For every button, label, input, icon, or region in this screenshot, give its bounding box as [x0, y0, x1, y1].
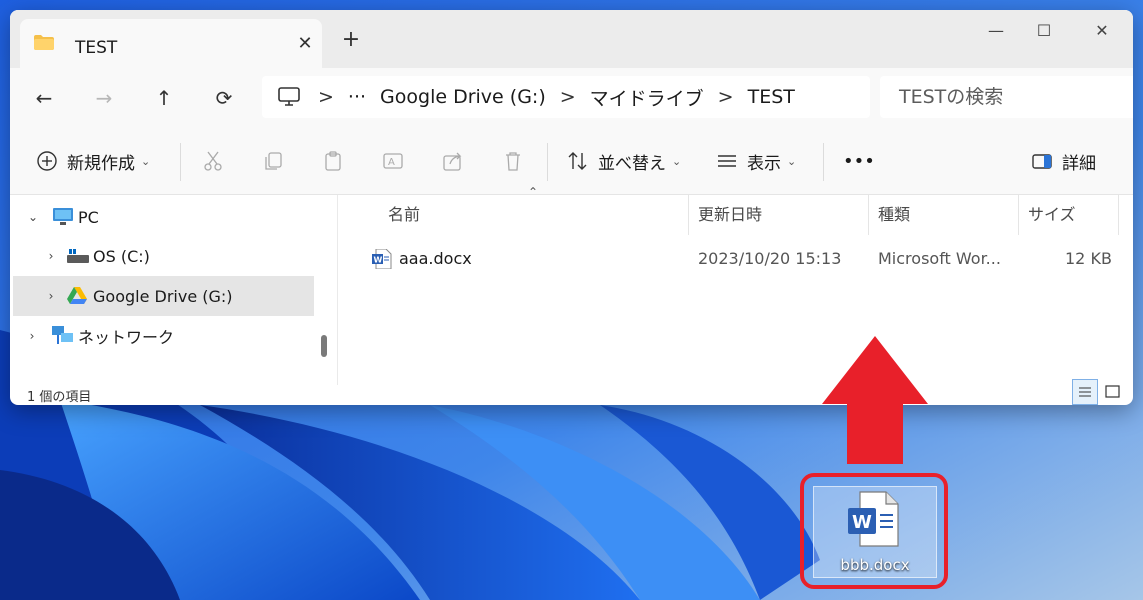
column-header-type[interactable]: 種類 [878, 195, 910, 235]
breadcrumb-test[interactable]: TEST [748, 86, 795, 108]
nav-scrollbar-thumb[interactable] [321, 335, 327, 357]
details-pane-icon [1032, 154, 1052, 169]
title-bar: TEST ✕ + — ☐ ✕ [10, 10, 1133, 68]
nav-item-label: OS (C:) [93, 246, 150, 266]
new-button[interactable]: 新規作成 ⌄ [36, 128, 150, 194]
command-bar: 新規作成 ⌄ A 並べ替え ⌄ 表示 ⌄ ••• 詳細 [10, 128, 1133, 195]
nav-item-pc[interactable]: ⌄ PC [13, 197, 314, 237]
item-count: 1 個の項目 [27, 390, 92, 405]
chevron-down-icon: ⌄ [672, 154, 682, 168]
file-list: ⌃ 名前 更新日時 種類 サイズ W aaa.docx 2023/10/20 1… [340, 185, 1133, 385]
cut-icon[interactable] [202, 150, 224, 172]
breadcrumb-separator: > [559, 86, 576, 108]
svg-text:W: W [374, 256, 383, 265]
sort-indicator-icon: ⌃ [528, 185, 539, 199]
pane-divider[interactable] [337, 195, 338, 385]
delete-icon[interactable] [502, 150, 524, 172]
chevron-right-icon[interactable]: › [21, 329, 43, 343]
word-document-icon: W [372, 249, 392, 269]
svg-text:W: W [852, 512, 872, 533]
view-button[interactable]: 表示 ⌄ [716, 128, 796, 194]
list-view-icon [718, 155, 736, 167]
chevron-right-icon[interactable]: › [40, 249, 62, 263]
chevron-down-icon: ⌄ [787, 154, 797, 168]
file-name: aaa.docx [399, 249, 472, 268]
large-icons-view-icon[interactable] [1104, 383, 1122, 401]
nav-item-label: Google Drive (G:) [93, 286, 233, 306]
drive-icon [67, 249, 89, 263]
tab-title: TEST [75, 38, 118, 58]
breadcrumb-separator: > [717, 86, 734, 108]
breadcrumb[interactable]: > ··· Google Drive (G:) > マイドライブ > TEST [262, 76, 870, 118]
sort-icon [568, 152, 587, 170]
search-input[interactable]: TESTの検索 [880, 76, 1133, 118]
column-header-size[interactable]: サイズ [1028, 195, 1076, 235]
red-arrow-up-icon [822, 336, 928, 464]
pc-icon [53, 208, 73, 225]
tab-test[interactable]: TEST ✕ [20, 19, 322, 68]
breadcrumb-my-drive[interactable]: マイドライブ [590, 84, 704, 111]
file-size: 12 KB [1065, 249, 1112, 268]
address-bar-row: ← → ↑ ⟳ > ··· Google Drive (G:) > マイドライブ… [10, 68, 1133, 128]
details-view-toggle[interactable] [1072, 379, 1098, 405]
close-window-button[interactable]: ✕ [1079, 16, 1125, 46]
column-header-modified[interactable]: 更新日時 [698, 195, 762, 235]
refresh-button[interactable]: ⟳ [206, 80, 242, 116]
up-button[interactable]: ↑ [146, 80, 182, 116]
share-icon[interactable] [442, 150, 464, 172]
chevron-down-icon: ⌄ [141, 154, 151, 168]
monitor-icon [278, 87, 300, 106]
folder-icon [34, 35, 54, 50]
nav-item-os[interactable]: › OS (C:) [13, 236, 314, 276]
new-label: 新規作成 [67, 153, 135, 174]
file-type: Microsoft Wor... [878, 249, 1001, 268]
details-view-icon [1079, 387, 1091, 397]
details-pane-button[interactable]: 詳細 [1031, 128, 1096, 194]
sort-label: 並べ替え [598, 153, 666, 174]
column-header-name[interactable]: 名前 [388, 195, 420, 235]
file-modified: 2023/10/20 15:13 [698, 249, 842, 268]
breadcrumb-google-drive[interactable]: Google Drive (G:) [380, 86, 546, 108]
nav-item-label: ネットワーク [78, 328, 175, 347]
chevron-right-icon[interactable]: › [40, 289, 62, 303]
sort-button[interactable]: 並べ替え ⌄ [567, 128, 681, 194]
table-row[interactable]: W aaa.docx 2023/10/20 15:13 Microsoft Wo… [340, 239, 1133, 279]
chevron-down-icon[interactable]: ⌄ [22, 210, 44, 224]
maximize-button[interactable]: ☐ [1021, 16, 1067, 46]
plus-circle-icon [37, 151, 57, 171]
tab-close-button[interactable]: ✕ [294, 33, 316, 54]
google-drive-icon [67, 287, 87, 304]
nav-item-network[interactable]: › ネットワーク [13, 316, 314, 356]
breadcrumb-more[interactable]: ··· [348, 86, 366, 108]
svg-text:A: A [388, 157, 395, 168]
details-label: 詳細 [1062, 153, 1096, 174]
view-label: 表示 [747, 153, 781, 174]
back-button[interactable]: ← [26, 80, 62, 116]
new-tab-button[interactable]: + [340, 27, 362, 52]
file-explorer-window: TEST ✕ + — ☐ ✕ ← → ↑ ⟳ > ··· Google Driv… [10, 10, 1133, 405]
forward-button[interactable]: → [86, 80, 122, 116]
status-bar: 1 個の項目 [10, 379, 1133, 405]
breadcrumb-separator: > [318, 86, 334, 108]
network-icon [52, 326, 73, 344]
copy-icon[interactable] [262, 150, 284, 172]
nav-item-label: PC [78, 207, 99, 227]
navigation-pane: ⌄ PC › OS (C:) › Google Drive (G:) › ネット… [10, 195, 337, 385]
rename-icon[interactable]: A [382, 150, 404, 172]
paste-icon[interactable] [322, 150, 344, 172]
more-options-button[interactable]: ••• [843, 128, 875, 194]
desktop-file-label: bbb.docx [840, 556, 910, 574]
word-document-icon: W [848, 491, 899, 547]
nav-item-google-drive[interactable]: › Google Drive (G:) [13, 276, 314, 316]
minimize-button[interactable]: — [973, 16, 1019, 46]
